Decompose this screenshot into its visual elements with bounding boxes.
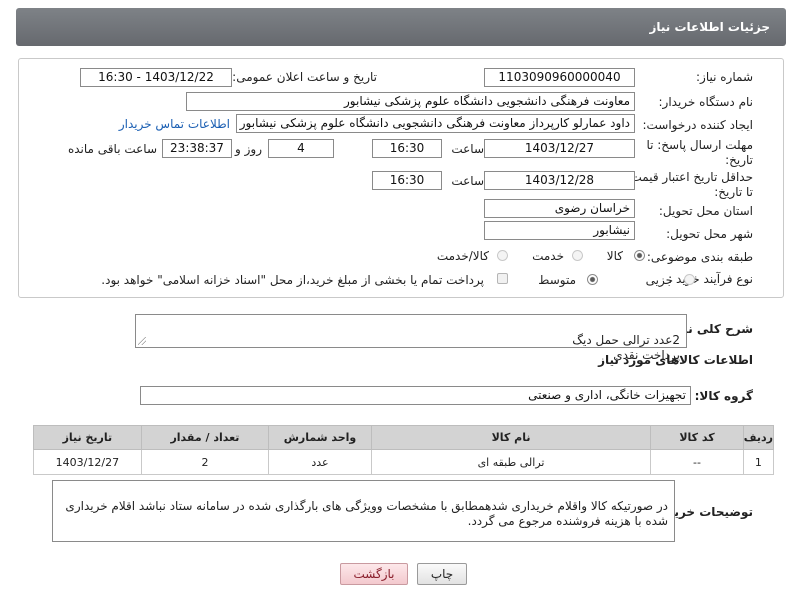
goods-table: ردیف کد کالا نام کالا واحد شمارش تعداد /…: [33, 425, 775, 475]
cell-unit: عدد: [268, 449, 372, 475]
category-service-radio[interactable]: [572, 250, 583, 261]
cell-need-date: 1403/12/27: [33, 449, 142, 475]
goods-section-title: اطلاعات کالاهای مورد نیاز: [598, 353, 753, 367]
category-goods-radio[interactable]: [634, 250, 645, 261]
col-need-date: تاریخ نیاز: [33, 425, 142, 450]
buyer-notes-text: در صورتیکه کالا واقلام خریداری شدهمطابق …: [65, 499, 668, 528]
cell-goods-code: --: [650, 449, 744, 475]
remaining-time-field: 23:38:37: [162, 139, 232, 158]
col-row-number: ردیف: [742, 425, 775, 450]
requester-field: داود عمارلو کارپرداز معاونت فرهنگی دانشج…: [236, 114, 635, 133]
category-goods-service-label: کالا/خدمت: [436, 249, 489, 263]
buyer-contact-link[interactable]: اطلاعات تماس خریدار: [119, 117, 230, 131]
validity-date-field: 1403/12/28: [484, 171, 635, 190]
category-label: طبقه بندی موضوعی:: [646, 250, 753, 264]
deadline-time-field: 16:30: [372, 139, 442, 158]
category-goods-service-radio[interactable]: [497, 250, 508, 261]
summary-textarea[interactable]: 2عدد ترالی حمل دیگ پرداخت نقدی: [135, 314, 687, 362]
days-and-label: روز و: [235, 142, 262, 156]
back-button[interactable]: بازگشت: [340, 563, 408, 585]
page: جزئیات اطلاعات نیاز شماره نیاز: 11030909…: [0, 0, 789, 598]
treasury-payment-note: پرداخت تمام یا بخشی از مبلغ خرید،از محل …: [101, 273, 484, 287]
col-unit: واحد شمارش: [268, 425, 372, 450]
cell-row-number: 1: [742, 449, 775, 475]
validity-label: حداقل تاریخ اعتبار قیمت: تا تاریخ:: [626, 170, 753, 199]
buyer-notes-textarea[interactable]: در صورتیکه کالا واقلام خریداری شدهمطابق …: [52, 480, 675, 542]
requester-label: ایجاد کننده درخواست:: [642, 118, 753, 132]
validity-time-field: 16:30: [372, 171, 442, 190]
province-label: استان محل تحویل:: [658, 204, 753, 218]
validity-time-label: ساعت: [451, 174, 484, 188]
purchase-minor-radio[interactable]: [684, 274, 695, 285]
treasury-payment-checkbox[interactable]: [497, 273, 508, 284]
col-quantity: تعداد / مقدار: [140, 425, 270, 450]
cell-quantity: 2: [140, 449, 270, 475]
purchase-medium-radio[interactable]: [587, 274, 598, 285]
purchase-type-label: نوع فرآیند خرید :: [668, 272, 753, 286]
deadline-date-field: 1403/12/27: [484, 139, 635, 158]
announce-label: تاریخ و ساعت اعلان عمومی:: [232, 70, 377, 84]
deadline-label: مهلت ارسال پاسخ: تا تاریخ:: [646, 138, 753, 167]
need-number-label: شماره نیاز:: [696, 70, 753, 84]
announce-field: 1403/12/22 - 16:30: [80, 68, 232, 87]
goods-group-label: گروه کالا:: [694, 389, 753, 403]
page-header: جزئیات اطلاعات نیاز: [16, 8, 786, 46]
buyer-org-field: معاونت فرهنگی دانشجویی دانشگاه علوم پزشک…: [186, 92, 635, 111]
resize-grip-icon[interactable]: [138, 337, 146, 345]
remaining-label: ساعت باقی مانده: [67, 142, 157, 156]
goods-group-field: تجهیزات خانگی، اداری و صنعتی: [140, 386, 691, 405]
col-goods-name: نام کالا: [370, 425, 652, 450]
province-field: خراسان رضوی: [484, 199, 635, 218]
goods-table-header: ردیف کد کالا نام کالا واحد شمارش تعداد /…: [33, 425, 775, 450]
purchase-minor-label: جزیی: [645, 273, 673, 287]
cell-goods-name: ترالی طبقه ای: [370, 449, 652, 475]
deadline-time-label: ساعت: [451, 142, 484, 156]
buyer-org-label: نام دستگاه خریدار:: [658, 95, 754, 109]
need-number-field: 1103090960000040: [484, 68, 635, 87]
print-button[interactable]: چاپ: [417, 563, 467, 585]
city-label: شهر محل تحویل:: [666, 227, 753, 241]
table-row: 1 -- ترالی طبقه ای عدد 2 1403/12/27: [33, 449, 775, 475]
city-field: نیشابور: [484, 221, 635, 240]
days-count-field: 4: [268, 139, 334, 158]
category-service-label: خدمت: [532, 249, 564, 263]
category-goods-label: کالا: [606, 249, 623, 263]
purchase-medium-label: متوسط: [538, 273, 576, 287]
col-goods-code: کد کالا: [650, 425, 744, 450]
